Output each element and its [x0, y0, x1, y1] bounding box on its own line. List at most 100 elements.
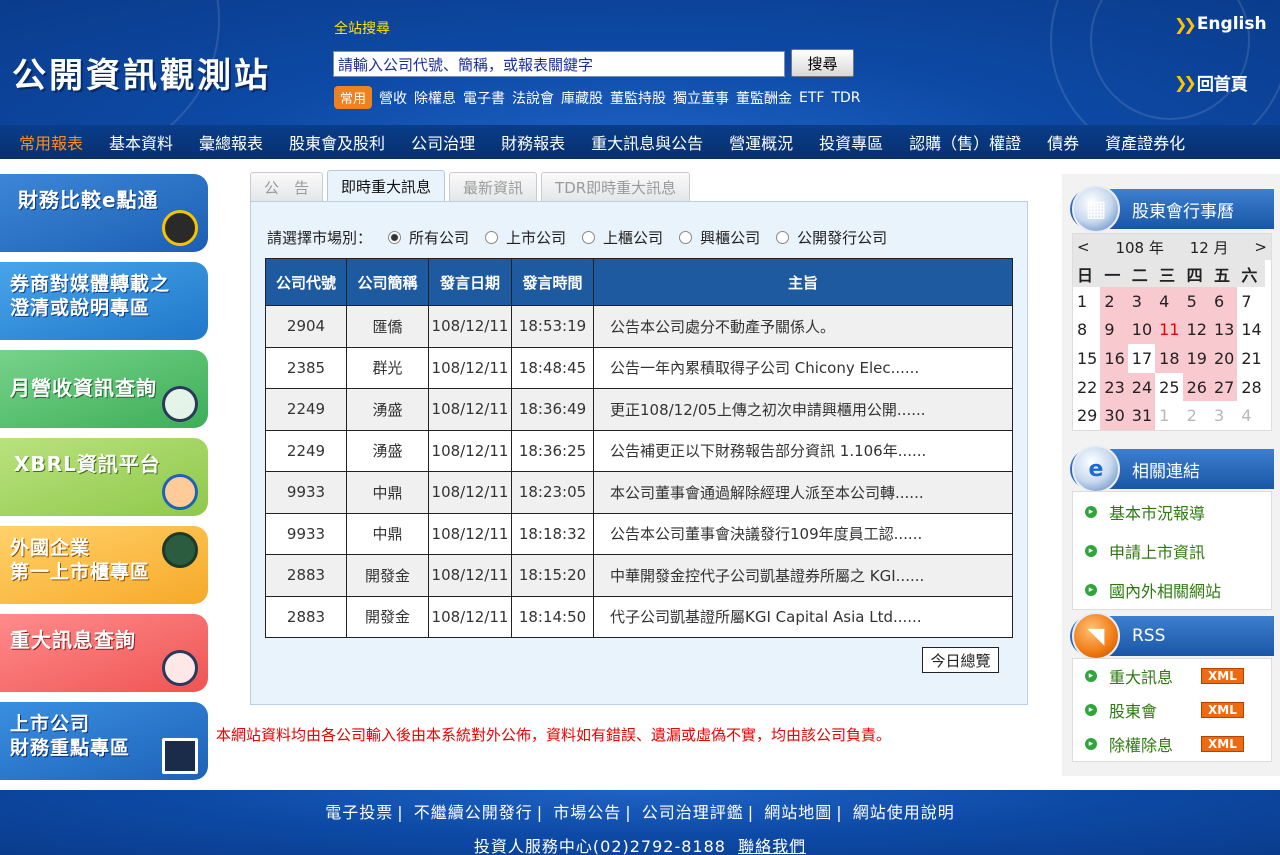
nav-item[interactable]: 常用報表 [6, 130, 96, 154]
nav-item[interactable]: 債券 [1034, 130, 1092, 154]
contact-us-link[interactable]: 聯絡我們 [738, 837, 806, 855]
calendar-day[interactable]: 6 [1209, 287, 1238, 316]
table-row[interactable]: 2249 湧盛 108/12/11 18:36:25 公告補更正以下財務報告部分資訊 1… [265, 429, 1013, 472]
calendar-day[interactable]: 13 [1209, 315, 1238, 345]
subject-cell[interactable]: 代子公司凱基證所屬KGI Capital Asia Ltd...... [593, 595, 1013, 638]
nav-item[interactable]: 基本資料 [96, 130, 186, 154]
tab-latest-info[interactable]: 最新資訊 [449, 172, 538, 201]
radio-otc[interactable] [582, 231, 596, 244]
calendar-day[interactable]: 2 [1100, 287, 1128, 316]
home-link[interactable]: ❯❯ 回首頁 [1174, 70, 1248, 95]
banner-financial-compare[interactable]: 財務比較e點通 [0, 174, 208, 252]
tab-tdr-realtime[interactable]: TDR即時重大訊息 [541, 172, 691, 201]
quick-link[interactable]: 法說會 [512, 88, 554, 108]
radio-label[interactable]: 上市公司 [506, 227, 566, 248]
calendar-day[interactable]: 31 [1127, 401, 1156, 430]
quick-link[interactable]: ETF [799, 90, 824, 106]
calendar-day[interactable]: 11 [1155, 315, 1183, 345]
nav-item[interactable]: 公司治理 [398, 130, 488, 154]
calendar-day[interactable]: 16 [1100, 344, 1128, 373]
table-row[interactable]: 2249 湧盛 108/12/11 18:36:49 更正108/12/05上傳之初次申… [265, 388, 1013, 431]
calendar-day[interactable]: 19 [1182, 344, 1210, 373]
radio-all-companies[interactable] [388, 231, 402, 244]
search-input[interactable] [333, 51, 785, 77]
subject-cell[interactable]: 公告補更正以下財務報告部分資訊 1.106年...... [593, 429, 1013, 472]
subject-cell[interactable]: 公告本公司董事會決議發行109年度員工認...... [593, 512, 1013, 555]
table-row[interactable]: 2883 開發金 108/12/11 18:14:50 代子公司凱基證所屬KGI Cap… [265, 595, 1013, 638]
calendar-day[interactable]: 26 [1182, 372, 1210, 402]
english-link[interactable]: ❯❯ English [1174, 14, 1267, 34]
xml-badge[interactable]: XML [1201, 736, 1244, 752]
calendar-day[interactable]: 10 [1127, 315, 1156, 345]
rss-link[interactable]: ▸ 股東會 XML [1073, 693, 1271, 727]
quick-link[interactable]: 電子書 [463, 88, 505, 108]
calendar-day[interactable]: 3 [1127, 287, 1156, 316]
quick-link[interactable]: 獨立董事 [673, 88, 729, 108]
nav-item[interactable]: 股東會及股利 [276, 130, 398, 154]
banner-xbrl[interactable]: XBRL資訊平台 [0, 438, 208, 516]
nav-item[interactable]: 彙總報表 [186, 130, 276, 154]
table-row[interactable]: 2385 群光 108/12/11 18:48:45 公告一年內累積取得子公司 Chic… [265, 346, 1013, 389]
banner-financial-highlights[interactable]: 上市公司 財務重點專區 [0, 702, 208, 780]
footer-link[interactable]: 公司治理評鑑 [638, 803, 748, 822]
calendar-day[interactable]: 20 [1209, 344, 1238, 373]
subject-cell[interactable]: 本公司董事會通過解除經理人派至本公司轉...... [593, 471, 1013, 514]
xml-badge[interactable]: XML [1201, 702, 1244, 718]
footer-link[interactable]: 市場公告 [549, 803, 625, 822]
quick-link[interactable]: 庫藏股 [561, 88, 603, 108]
subject-cell[interactable]: 中華開發金控代子公司凱基證券所屬之 KGI...... [593, 554, 1013, 597]
nav-item[interactable]: 資產證券化 [1092, 130, 1198, 154]
related-link[interactable]: ▸ 國內外相關網站 [1073, 570, 1271, 609]
footer-link[interactable]: 網站使用說明 [849, 803, 959, 822]
radio-label[interactable]: 所有公司 [409, 227, 469, 248]
calendar-day[interactable]: 5 [1182, 287, 1210, 316]
radio-label[interactable]: 上櫃公司 [603, 227, 663, 248]
site-logo[interactable]: 公開資訊觀測站 [12, 48, 271, 97]
quick-link[interactable]: 董監持股 [610, 88, 666, 108]
calendar-day[interactable]: 9 [1100, 315, 1128, 345]
tab-announcements[interactable]: 公 告 [250, 172, 324, 201]
subject-cell[interactable]: 公告一年內累積取得子公司 Chicony Elec...... [593, 346, 1013, 389]
calendar-day[interactable]: 23 [1100, 372, 1128, 402]
banner-foreign-companies[interactable]: 外國企業 第一上市櫃專區 [0, 526, 208, 604]
radio-public[interactable] [776, 231, 790, 244]
xml-badge[interactable]: XML [1201, 668, 1244, 684]
footer-link[interactable]: 不繼續公開發行 [410, 803, 537, 822]
calendar-day[interactable]: 24 [1127, 372, 1156, 402]
radio-listed[interactable] [485, 231, 499, 244]
calendar-day[interactable]: 27 [1209, 372, 1238, 402]
quick-link[interactable]: 董監酬金 [736, 88, 792, 108]
calendar-day[interactable]: 18 [1155, 344, 1183, 373]
quick-link[interactable]: 營收 [379, 88, 407, 108]
calendar-day[interactable]: 30 [1100, 401, 1128, 430]
calendar-day[interactable]: 4 [1155, 287, 1183, 316]
subject-cell[interactable]: 公告本公司處分不動產予關係人。 [593, 305, 1013, 348]
nav-item[interactable]: 認購（售）權證 [896, 130, 1034, 154]
today-overview-button[interactable]: 今日總覽 [922, 647, 999, 673]
quick-link[interactable]: 除權息 [414, 88, 456, 108]
search-button[interactable]: 搜尋 [791, 49, 854, 77]
quick-link[interactable]: TDR [831, 90, 860, 106]
rss-link[interactable]: ▸ 除權除息 XML [1073, 727, 1271, 761]
nav-item[interactable]: 營運概況 [716, 130, 806, 154]
related-link[interactable]: ▸ 申請上市資訊 [1073, 531, 1271, 570]
footer-link[interactable]: 網站地圖 [760, 803, 836, 822]
related-link[interactable]: ▸ 基本市況報導 [1073, 492, 1271, 531]
tab-realtime-material-info[interactable]: 即時重大訊息 [327, 170, 446, 201]
radio-emerging[interactable] [679, 231, 693, 244]
next-month-button[interactable]: > [1254, 238, 1267, 256]
table-row[interactable]: 9933 中鼎 108/12/11 18:18:32 公告本公司董事會決議發行109年度… [265, 512, 1013, 555]
nav-item[interactable]: 財務報表 [488, 130, 578, 154]
table-row[interactable]: 2904 匯僑 108/12/11 18:53:19 公告本公司處分不動產予關係人。 [265, 305, 1013, 348]
nav-item[interactable]: 投資專區 [806, 130, 896, 154]
radio-label[interactable]: 公開發行公司 [797, 227, 887, 248]
subject-cell[interactable]: 更正108/12/05上傳之初次申請興櫃用公開...... [593, 388, 1013, 431]
banner-material-info-search[interactable]: 重大訊息查詢 [0, 614, 208, 692]
banner-monthly-revenue[interactable]: 月營收資訊查詢 [0, 350, 208, 428]
prev-month-button[interactable]: < [1077, 238, 1090, 256]
table-row[interactable]: 9933 中鼎 108/12/11 18:23:05 本公司董事會通過解除經理人派至本公… [265, 471, 1013, 514]
calendar-day[interactable]: 12 [1182, 315, 1210, 345]
footer-link[interactable]: 電子投票 [321, 803, 397, 822]
rss-link[interactable]: ▸ 重大訊息 XML [1073, 659, 1271, 693]
nav-item[interactable]: 重大訊息與公告 [578, 130, 716, 154]
